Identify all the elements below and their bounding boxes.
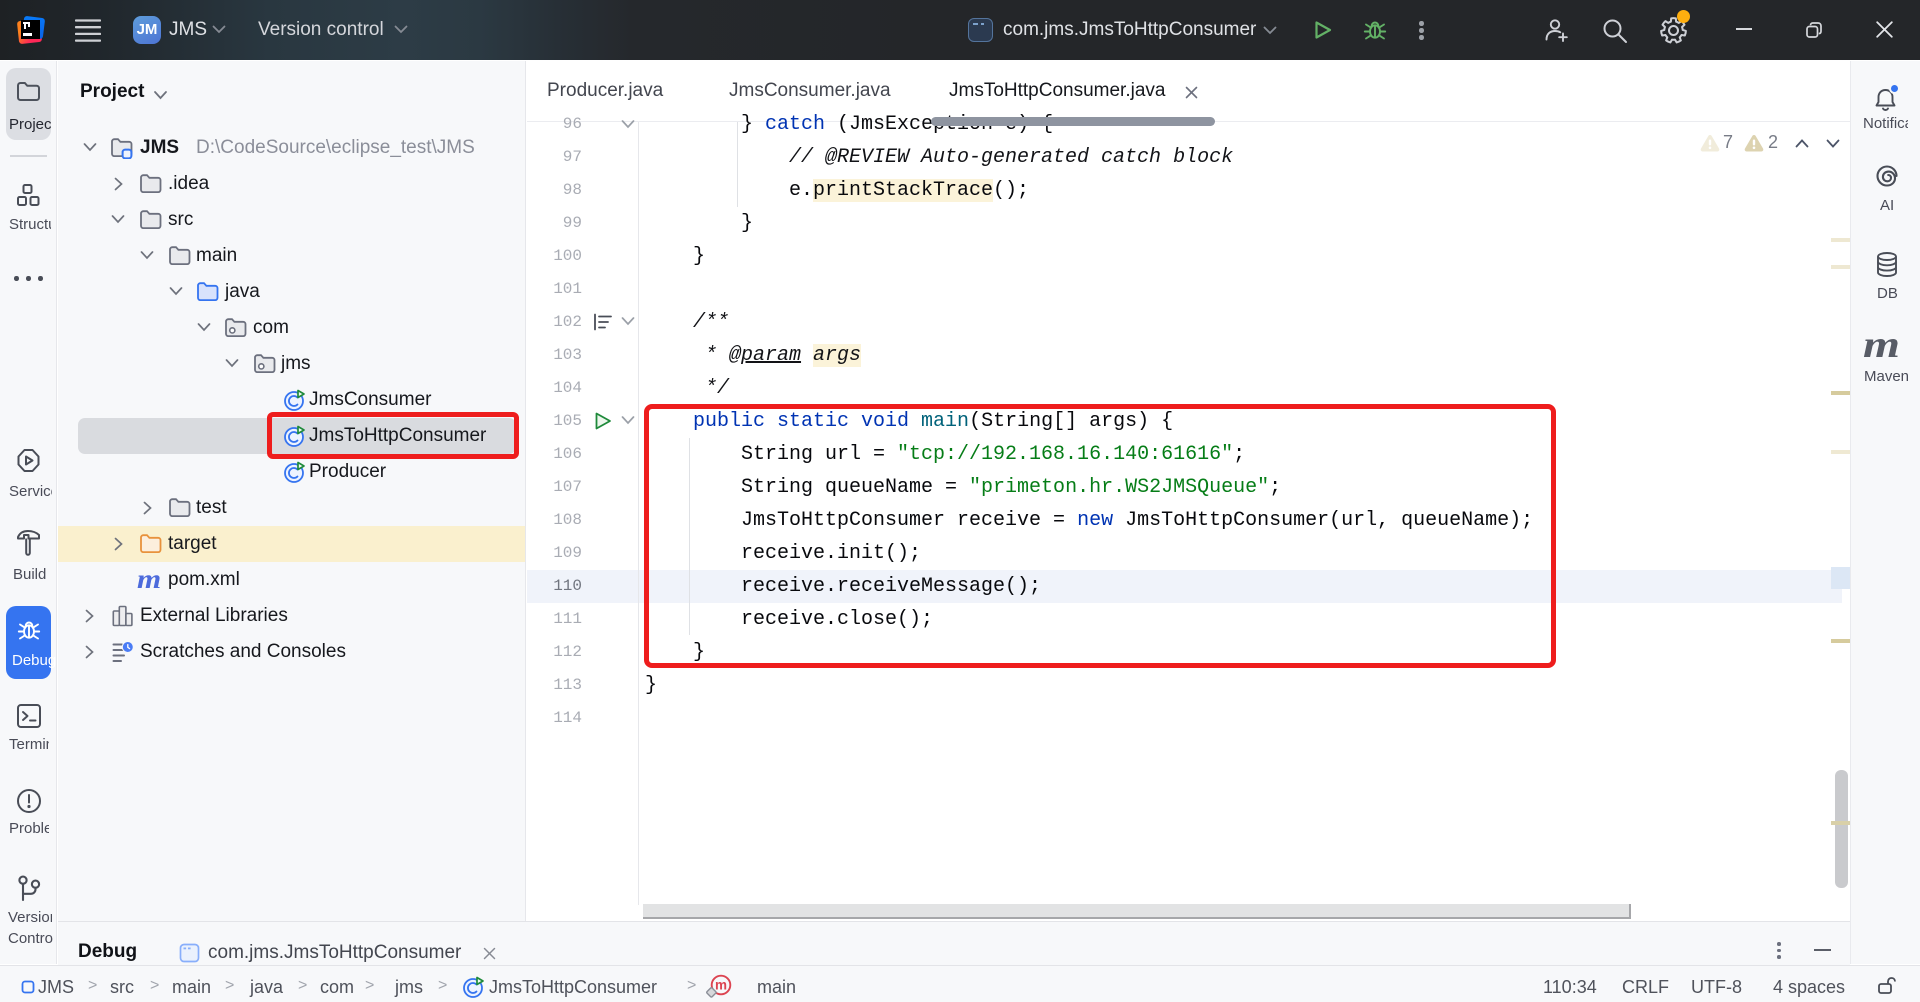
svg-text:m: m [715,978,727,993]
